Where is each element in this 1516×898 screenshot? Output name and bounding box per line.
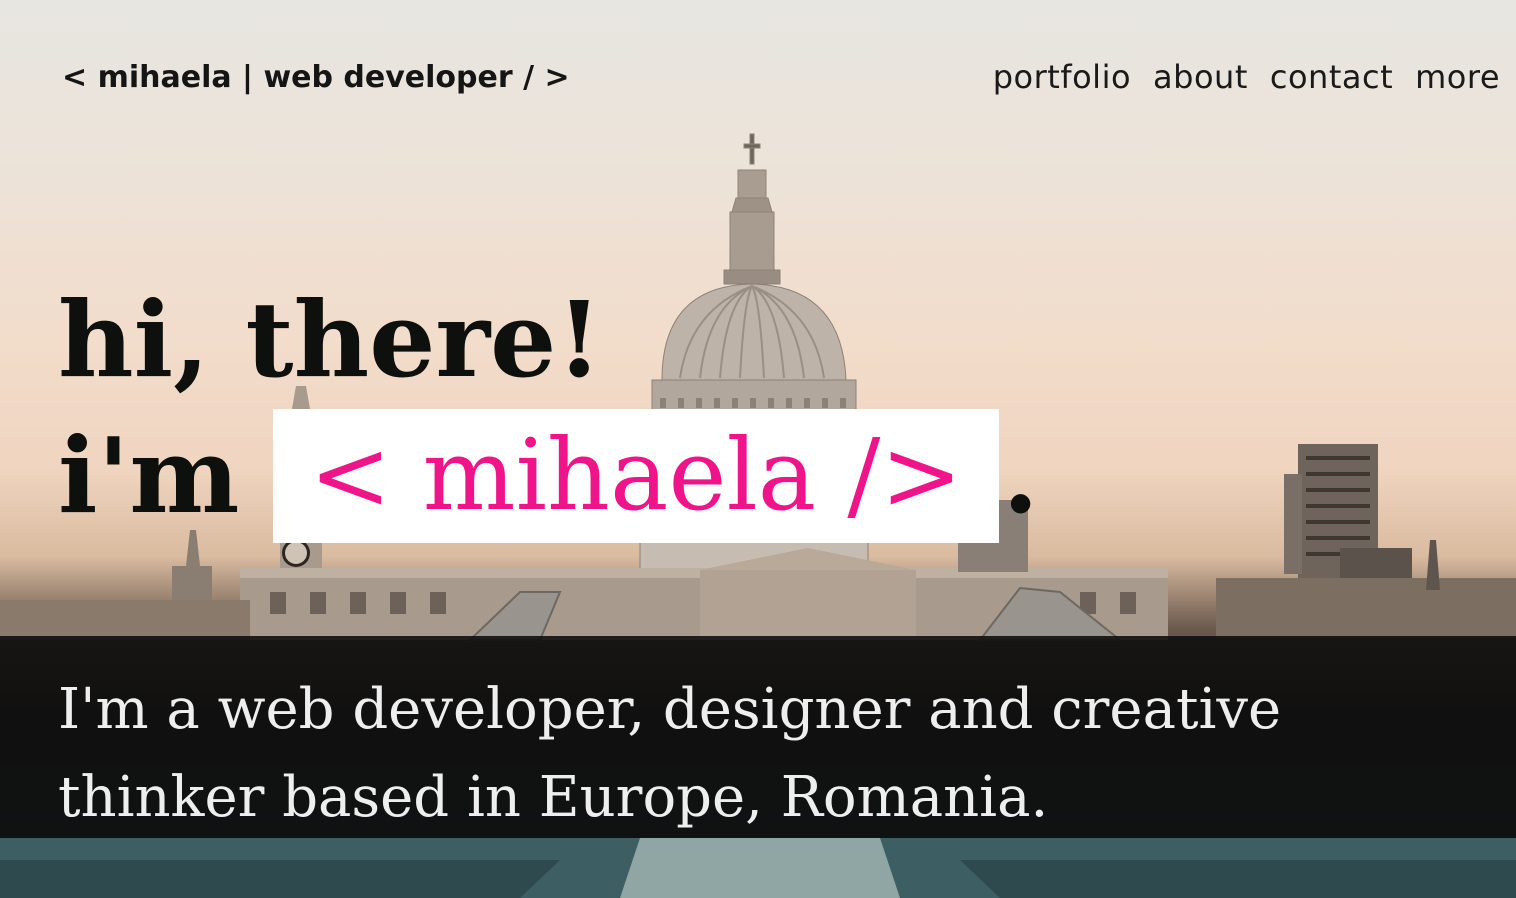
- name-highlight: < mihaela />: [273, 409, 999, 543]
- nav-more[interactable]: more: [1415, 58, 1500, 96]
- nav-about[interactable]: about: [1153, 58, 1248, 96]
- nav-contact[interactable]: contact: [1270, 58, 1393, 96]
- im-text: i'm: [58, 414, 240, 537]
- main-nav: portfolio about contact more: [993, 58, 1500, 96]
- brand-logo[interactable]: < mihaela | web developer / >: [62, 60, 570, 95]
- greeting-line: hi, there!: [58, 278, 602, 401]
- intro-text: I'm a web developer, designer and creati…: [58, 677, 1282, 830]
- nav-portfolio[interactable]: portfolio: [993, 58, 1131, 96]
- hero-headline: hi, there! i'm < mihaela /> .: [58, 272, 1039, 544]
- name-line: i'm < mihaela /> .: [58, 408, 1039, 544]
- hero-section: < mihaela | web developer / > portfolio …: [0, 0, 1516, 898]
- headline-period: .: [1002, 414, 1039, 537]
